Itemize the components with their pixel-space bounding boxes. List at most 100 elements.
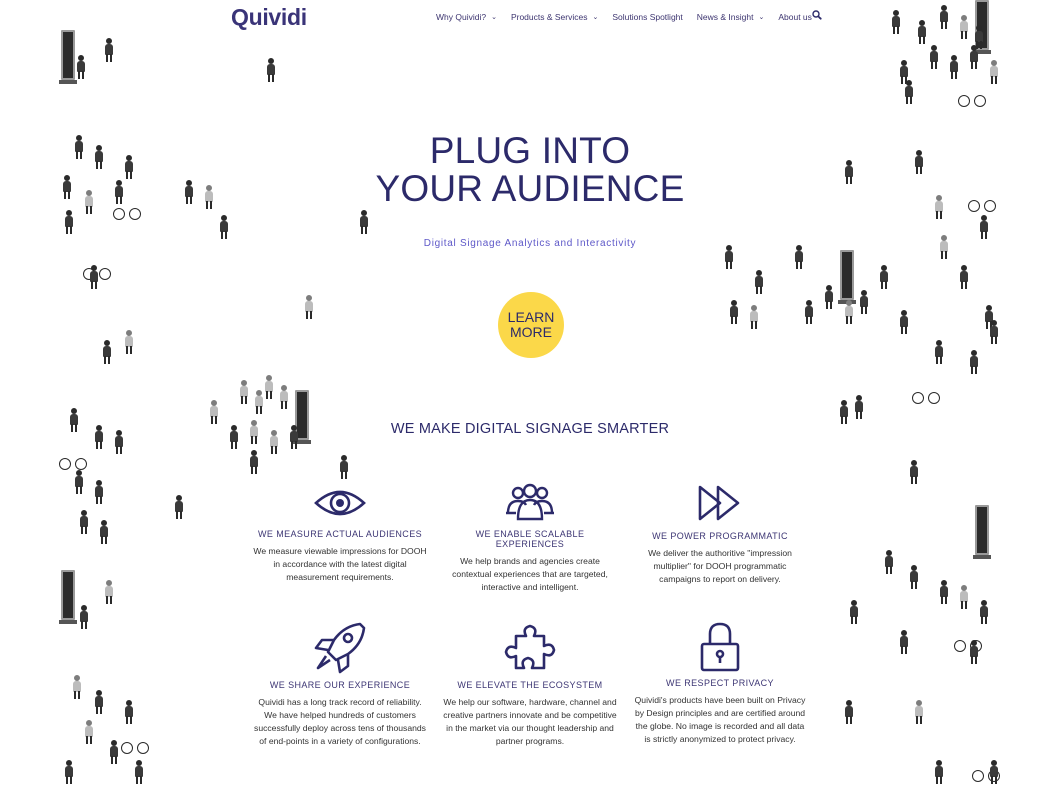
- nav-item-news-insight[interactable]: News & Insight ⌄: [697, 12, 765, 22]
- feature-power-programmatic: WE POWER PROGRAMMATIC We deliver the aut…: [632, 483, 808, 586]
- person-figure: [240, 380, 248, 404]
- person-figure: [110, 740, 118, 764]
- person-figure: [75, 135, 83, 159]
- person-figure: [935, 340, 943, 364]
- feature-text: We deliver the authoritive "impression m…: [648, 548, 792, 584]
- person-figure: [290, 425, 298, 449]
- person-figure: [305, 295, 313, 319]
- person-figure: [990, 760, 998, 784]
- person-figure: [855, 395, 863, 419]
- person-figure: [750, 305, 758, 329]
- nav-item-products-services[interactable]: Products & Services ⌄: [511, 12, 598, 22]
- learn-more-line2: MORE: [510, 324, 552, 340]
- quividi-logo[interactable]: Quividi: [231, 4, 307, 31]
- person-figure: [280, 385, 288, 409]
- person-figure: [95, 690, 103, 714]
- person-figure: [970, 45, 978, 69]
- person-figure: [250, 450, 258, 474]
- nav-item-solutions-spotlight[interactable]: Solutions Spotlight: [612, 12, 682, 22]
- person-figure: [845, 160, 853, 184]
- site-header: Quividi Why Quividi? ⌄ Products & Service…: [0, 0, 1060, 36]
- person-figure: [940, 235, 948, 259]
- person-figure: [845, 300, 853, 324]
- feature-scalable-experiences: WE ENABLE SCALABLE EXPERIENCES We help b…: [442, 483, 618, 594]
- person-figure: [95, 425, 103, 449]
- bicycle-figure: [912, 392, 940, 404]
- person-figure: [270, 430, 278, 454]
- person-figure: [905, 80, 913, 104]
- feature-respect-privacy: WE RESPECT PRIVACY Quividi's products ha…: [632, 620, 808, 746]
- bicycle-figure: [121, 742, 149, 754]
- person-figure: [845, 700, 853, 724]
- background-crowd-right: [838, 0, 1010, 790]
- person-figure: [880, 265, 888, 289]
- nav-item-why-quividi[interactable]: Why Quividi? ⌄: [436, 12, 497, 22]
- person-figure: [115, 180, 123, 204]
- feature-text: We measure viewable impressions for DOOH…: [253, 546, 427, 582]
- person-figure: [805, 300, 813, 324]
- person-figure: [980, 600, 988, 624]
- feature-title: WE SHARE OUR EXPERIENCE: [269, 680, 411, 690]
- person-figure: [220, 215, 228, 239]
- person-figure: [935, 760, 943, 784]
- learn-more-line1: LEARN: [507, 309, 555, 325]
- person-figure: [990, 320, 998, 344]
- feature-title: WE RESPECT PRIVACY: [666, 678, 774, 688]
- person-figure: [960, 265, 968, 289]
- person-figure: [95, 145, 103, 169]
- person-figure: [230, 425, 238, 449]
- person-figure: [185, 180, 193, 204]
- person-figure: [730, 300, 738, 324]
- person-figure: [970, 350, 978, 374]
- feature-text: We help our software, hardware, channel …: [443, 697, 617, 746]
- feature-text: We help brands and agencies create conte…: [452, 556, 608, 592]
- feature-title: WE MEASURE ACTUAL AUDIENCES: [258, 529, 422, 539]
- digital-signage-kiosk: [838, 250, 856, 304]
- bicycle-figure: [958, 95, 986, 107]
- lock-icon: [700, 622, 740, 672]
- search-icon[interactable]: [812, 10, 822, 20]
- person-figure: [900, 310, 908, 334]
- feature-title: WE ELEVATE THE ECOSYSTEM: [457, 680, 603, 690]
- person-figure: [970, 640, 978, 664]
- person-figure: [910, 565, 918, 589]
- person-figure: [80, 605, 88, 629]
- person-figure: [265, 375, 273, 399]
- person-figure: [910, 460, 918, 484]
- person-figure: [360, 210, 368, 234]
- person-figure: [930, 45, 938, 69]
- person-figure: [103, 340, 111, 364]
- bicycle-figure: [968, 200, 996, 212]
- people-group-icon: [506, 483, 554, 521]
- chevron-down-icon: ⌄: [592, 14, 599, 21]
- chevron-down-icon: ⌄: [758, 14, 765, 21]
- person-figure: [95, 480, 103, 504]
- person-figure: [205, 185, 213, 209]
- person-figure: [255, 390, 263, 414]
- person-figure: [990, 60, 998, 84]
- eye-icon: [314, 490, 366, 516]
- person-figure: [77, 55, 85, 79]
- hero-title-line1: PLUG INTO: [429, 130, 631, 171]
- person-figure: [960, 585, 968, 609]
- fast-forward-icon: [698, 485, 740, 521]
- rocket-icon: [314, 622, 366, 674]
- person-figure: [70, 408, 78, 432]
- person-figure: [340, 455, 348, 479]
- person-figure: [80, 510, 88, 534]
- digital-signage-kiosk: [59, 30, 77, 84]
- learn-more-button[interactable]: LEARN MORE: [498, 292, 564, 358]
- person-figure: [950, 55, 958, 79]
- person-figure: [63, 175, 71, 199]
- person-figure: [940, 580, 948, 604]
- person-figure: [250, 420, 258, 444]
- person-figure: [125, 700, 133, 724]
- person-figure: [860, 290, 868, 314]
- person-figure: [105, 38, 113, 62]
- bicycle-figure: [59, 458, 87, 470]
- person-figure: [795, 245, 803, 269]
- feature-measure-audiences: WE MEASURE ACTUAL AUDIENCES We measure v…: [252, 483, 428, 584]
- main-nav: Why Quividi? ⌄ Products & Services ⌄ Solut…: [436, 12, 837, 22]
- person-figure: [755, 270, 763, 294]
- feature-title: WE ENABLE SCALABLE EXPERIENCES: [475, 529, 585, 549]
